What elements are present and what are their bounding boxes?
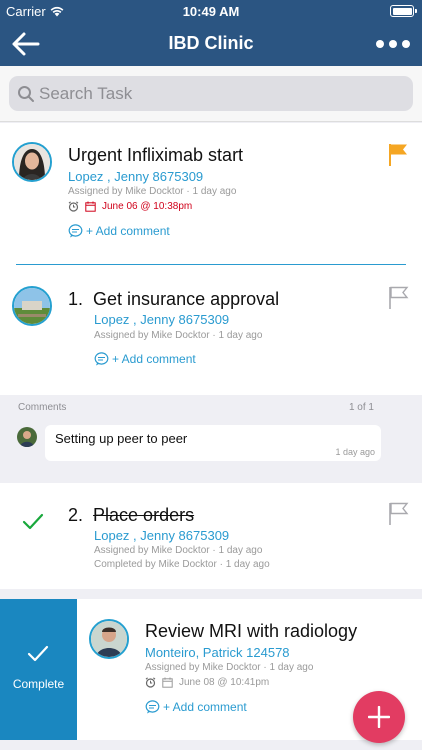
add-comment-label: + Add comment: [86, 224, 170, 238]
plus-icon: [368, 706, 390, 728]
task-number: 1.: [68, 289, 84, 309]
calendar-icon: [85, 201, 96, 212]
due-row: June 06 @ 10:38pm: [68, 201, 192, 212]
task-number: 2.: [68, 505, 84, 525]
comments-section: Comments 1 of 1 Setting up peer to peer …: [0, 395, 422, 483]
assigned-by: Assigned by Mike Docktor · 1 day ago: [94, 545, 263, 556]
avatar: [12, 286, 52, 326]
search-box[interactable]: [9, 76, 413, 111]
status-bar: Carrier 10:49 AM: [0, 0, 422, 22]
due-date: June 06 @ 10:38pm: [102, 201, 193, 212]
battery-icon: [390, 5, 417, 17]
add-comment-label: + Add comment: [112, 352, 196, 366]
comment-icon: [68, 224, 83, 238]
add-comment-button[interactable]: + Add comment: [68, 224, 170, 238]
calendar-icon: [162, 677, 173, 688]
due-date: June 08 @ 10:41pm: [179, 677, 270, 688]
flag-icon[interactable]: [388, 286, 410, 310]
avatar: [12, 142, 52, 182]
alarm-icon: [145, 677, 156, 688]
comment-bubble[interactable]: Setting up peer to peer 1 day ago: [45, 425, 381, 461]
avatar: [89, 619, 129, 659]
comments-count: 1 of 1: [348, 402, 374, 413]
patient-photo: [14, 144, 50, 180]
nav-bar: IBD Clinic: [0, 22, 422, 66]
comment-time: 1 day ago: [335, 447, 375, 457]
complete-swipe-action[interactable]: Complete: [0, 599, 77, 740]
completed-by: Completed by Mike Docktor · 1 day ago: [94, 559, 270, 570]
comments-header: Comments: [18, 402, 67, 413]
patient-name[interactable]: Lopez , Jenny 8675309: [68, 169, 203, 184]
search-bar: [0, 66, 422, 122]
page-title: IBD Clinic: [168, 33, 254, 53]
patient-name[interactable]: Monteiro, Patrick 124578: [145, 645, 290, 660]
add-comment-label: + Add comment: [163, 700, 247, 714]
status-time: 10:49 AM: [182, 4, 240, 19]
due-row: June 08 @ 10:41pm: [145, 677, 269, 688]
avatar: [17, 427, 37, 447]
patient-name[interactable]: Lopez , Jenny 8675309: [94, 528, 229, 543]
add-task-button[interactable]: [353, 691, 405, 743]
more-options-icon[interactable]: [374, 32, 412, 56]
task-title-text: Place orders: [93, 505, 195, 525]
task-card[interactable]: 1. Get insurance approval Lopez , Jenny …: [0, 268, 422, 395]
patient-photo: [91, 621, 127, 657]
task-title: Review MRI with radiology: [145, 621, 358, 641]
complete-label: Complete: [12, 677, 65, 691]
assigned-by: Assigned by Mike Docktor · 1 day ago: [94, 330, 263, 341]
flag-icon[interactable]: [388, 143, 410, 167]
add-comment-button[interactable]: + Add comment: [145, 700, 247, 714]
search-icon: [18, 86, 34, 102]
alarm-icon: [68, 201, 79, 212]
task-title: Urgent Infliximab start: [68, 145, 244, 165]
task-title: 2. Place orders: [68, 505, 194, 526]
task-card[interactable]: Urgent Infliximab start Lopez , Jenny 86…: [0, 123, 422, 268]
flag-icon[interactable]: [388, 502, 410, 526]
task-card[interactable]: 2. Place orders Lopez , Jenny 8675309 As…: [0, 483, 422, 589]
divider: [16, 264, 406, 265]
comment-text: Setting up peer to peer: [55, 431, 188, 446]
back-arrow-icon[interactable]: [10, 30, 42, 58]
task-title: 1. Get insurance approval: [68, 289, 279, 310]
patient-photo: [14, 288, 50, 324]
add-comment-button[interactable]: + Add comment: [94, 352, 196, 366]
assigned-by: Assigned by Mike Docktor · 1 day ago: [145, 662, 314, 673]
check-icon[interactable]: [22, 513, 44, 531]
comment-icon: [145, 700, 160, 714]
check-icon: [27, 645, 49, 662]
patient-name[interactable]: Lopez , Jenny 8675309: [94, 312, 229, 327]
search-input[interactable]: [39, 76, 399, 111]
assigned-by: Assigned by Mike Docktor · 1 day ago: [68, 186, 237, 197]
commenter-photo: [17, 427, 37, 447]
comment-icon: [94, 352, 109, 366]
task-title-text: Get insurance approval: [93, 289, 280, 309]
